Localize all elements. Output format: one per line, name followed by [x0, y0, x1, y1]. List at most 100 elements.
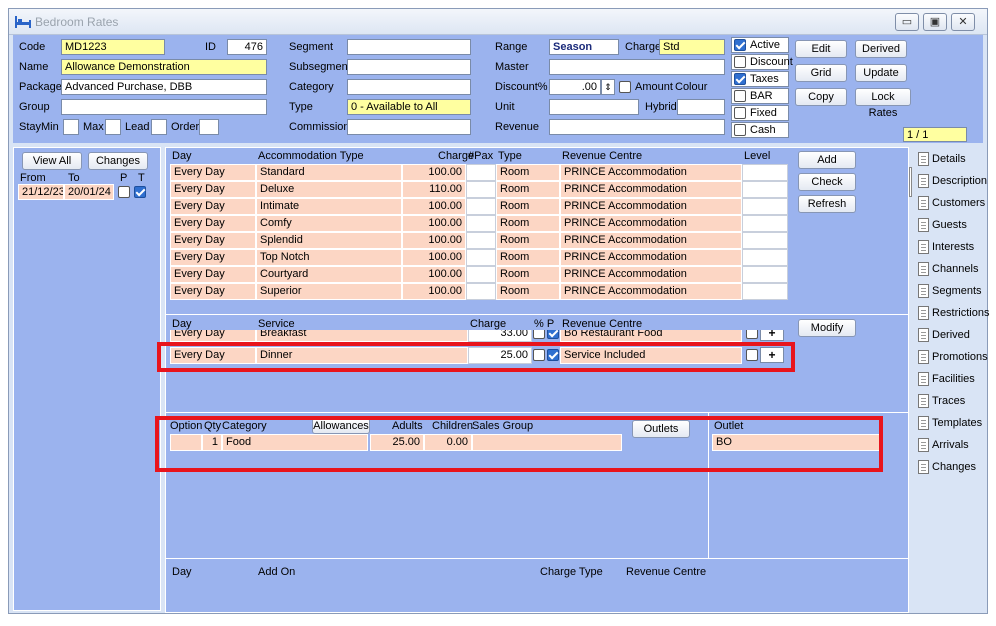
view-all-button[interactable]: View All — [22, 152, 82, 170]
discount-field[interactable]: .00 — [549, 79, 601, 95]
table-cell[interactable]: Top Notch — [256, 249, 402, 266]
table-cell[interactable] — [742, 232, 788, 249]
checkbox[interactable] — [734, 90, 746, 102]
p-checkbox[interactable] — [547, 330, 559, 339]
table-cell[interactable]: 100.00 — [402, 249, 466, 266]
tab-restrictions[interactable]: Restrictions — [915, 303, 989, 323]
name-field[interactable]: Allowance Demonstration — [61, 59, 267, 75]
flag-active[interactable]: Active — [731, 37, 789, 53]
tab-details[interactable]: Details — [915, 149, 983, 169]
table-cell[interactable]: Room — [496, 266, 560, 283]
check-button[interactable]: Check — [798, 173, 856, 191]
p-checkbox[interactable] — [118, 186, 130, 198]
tab-arrivals[interactable]: Arrivals — [915, 435, 983, 455]
subsegment-field[interactable] — [347, 59, 471, 75]
table-cell[interactable]: Room — [496, 164, 560, 181]
tab-segments[interactable]: Segments — [915, 281, 983, 301]
plus-button[interactable]: + — [760, 330, 784, 341]
discount-spinner[interactable]: ⇕ — [601, 79, 615, 95]
add-button[interactable]: Add — [798, 151, 856, 169]
sidebar-scrollbar[interactable] — [909, 167, 912, 197]
checkbox[interactable] — [734, 124, 746, 136]
id-field[interactable]: 476 — [227, 39, 267, 55]
checkbox[interactable] — [734, 73, 746, 85]
tab-changes[interactable]: Changes — [915, 457, 983, 477]
lock-rates-button[interactable]: Lock Rates — [855, 88, 911, 119]
max-field[interactable] — [105, 119, 121, 135]
table-cell[interactable]: Room — [496, 198, 560, 215]
category-field[interactable] — [347, 79, 471, 95]
service-day-cell[interactable]: Every Day — [170, 330, 256, 342]
table-cell[interactable]: PRINCE Accommodation — [560, 283, 742, 300]
update-button[interactable]: Update — [855, 64, 907, 82]
date-to-cell[interactable]: 20/01/24 — [64, 184, 114, 200]
service-centre-cell[interactable]: Bo Restaurant Food — [560, 330, 742, 342]
close-button[interactable]: ✕ — [951, 13, 975, 31]
amount-checkbox[interactable] — [619, 81, 631, 93]
table-cell[interactable]: PRINCE Accommodation — [560, 198, 742, 215]
percent-checkbox[interactable] — [533, 330, 545, 339]
table-cell[interactable]: 100.00 — [402, 232, 466, 249]
table-cell[interactable] — [742, 164, 788, 181]
tab-promotions[interactable]: Promotions — [915, 347, 988, 367]
table-cell[interactable] — [742, 266, 788, 283]
table-cell[interactable]: Comfy — [256, 215, 402, 232]
table-cell[interactable]: Room — [496, 249, 560, 266]
flag-bar[interactable]: BAR — [731, 88, 789, 104]
edit-button[interactable]: Edit — [795, 40, 847, 58]
table-cell[interactable]: Every Day — [170, 283, 256, 300]
table-cell[interactable]: Every Day — [170, 215, 256, 232]
hybrid-field[interactable] — [677, 99, 725, 115]
unit-field[interactable] — [549, 99, 639, 115]
table-cell[interactable]: Superior — [256, 283, 402, 300]
table-cell[interactable]: 100.00 — [402, 283, 466, 300]
table-cell[interactable]: 100.00 — [402, 215, 466, 232]
table-cell[interactable] — [466, 181, 496, 198]
table-cell[interactable]: Room — [496, 215, 560, 232]
derived-button[interactable]: Derived — [855, 40, 907, 58]
checkbox[interactable] — [734, 107, 746, 119]
table-cell[interactable] — [742, 198, 788, 215]
table-cell[interactable]: Every Day — [170, 164, 256, 181]
table-cell[interactable]: Courtyard — [256, 266, 402, 283]
master-field[interactable] — [549, 59, 725, 75]
tab-facilities[interactable]: Facilities — [915, 369, 983, 389]
refresh-button[interactable]: Refresh — [798, 195, 856, 213]
package-field[interactable]: Advanced Purchase, DBB — [61, 79, 267, 95]
table-cell[interactable] — [466, 198, 496, 215]
date-from-cell[interactable]: 21/12/23 — [18, 184, 64, 200]
checkbox[interactable] — [734, 39, 746, 51]
order-field[interactable] — [199, 119, 219, 135]
type-field[interactable]: 0 - Available to All — [347, 99, 471, 115]
table-cell[interactable] — [466, 215, 496, 232]
table-cell[interactable]: Intimate — [256, 198, 402, 215]
service-checkbox[interactable] — [746, 330, 758, 339]
table-cell[interactable] — [742, 215, 788, 232]
table-cell[interactable] — [742, 249, 788, 266]
t-checkbox[interactable] — [134, 186, 146, 198]
table-cell[interactable]: PRINCE Accommodation — [560, 232, 742, 249]
table-cell[interactable]: Every Day — [170, 232, 256, 249]
table-row[interactable]: Every Day Breakfast 33.00 Bo Restaurant Foo… — [166, 330, 806, 342]
tab-guests[interactable]: Guests — [915, 215, 983, 235]
table-cell[interactable]: Room — [496, 232, 560, 249]
table-cell[interactable]: 100.00 — [402, 164, 466, 181]
tab-description[interactable]: Description — [915, 171, 987, 191]
table-cell[interactable] — [742, 181, 788, 198]
tab-customers[interactable]: Customers — [915, 193, 985, 213]
commission-field[interactable] — [347, 119, 471, 135]
flag-discount[interactable]: Discount — [731, 54, 793, 70]
maximize-button[interactable]: ▣ — [923, 13, 947, 31]
table-cell[interactable]: Every Day — [170, 266, 256, 283]
tab-channels[interactable]: Channels — [915, 259, 983, 279]
modify-button[interactable]: Modify — [798, 319, 856, 337]
table-cell[interactable]: PRINCE Accommodation — [560, 215, 742, 232]
table-cell[interactable] — [466, 283, 496, 300]
table-cell[interactable]: 100.00 — [402, 266, 466, 283]
lead-field[interactable] — [151, 119, 167, 135]
tab-interests[interactable]: Interests — [915, 237, 983, 257]
segment-field[interactable] — [347, 39, 471, 55]
table-cell[interactable] — [466, 232, 496, 249]
grid-button[interactable]: Grid — [795, 64, 847, 82]
table-cell[interactable]: 110.00 — [402, 181, 466, 198]
